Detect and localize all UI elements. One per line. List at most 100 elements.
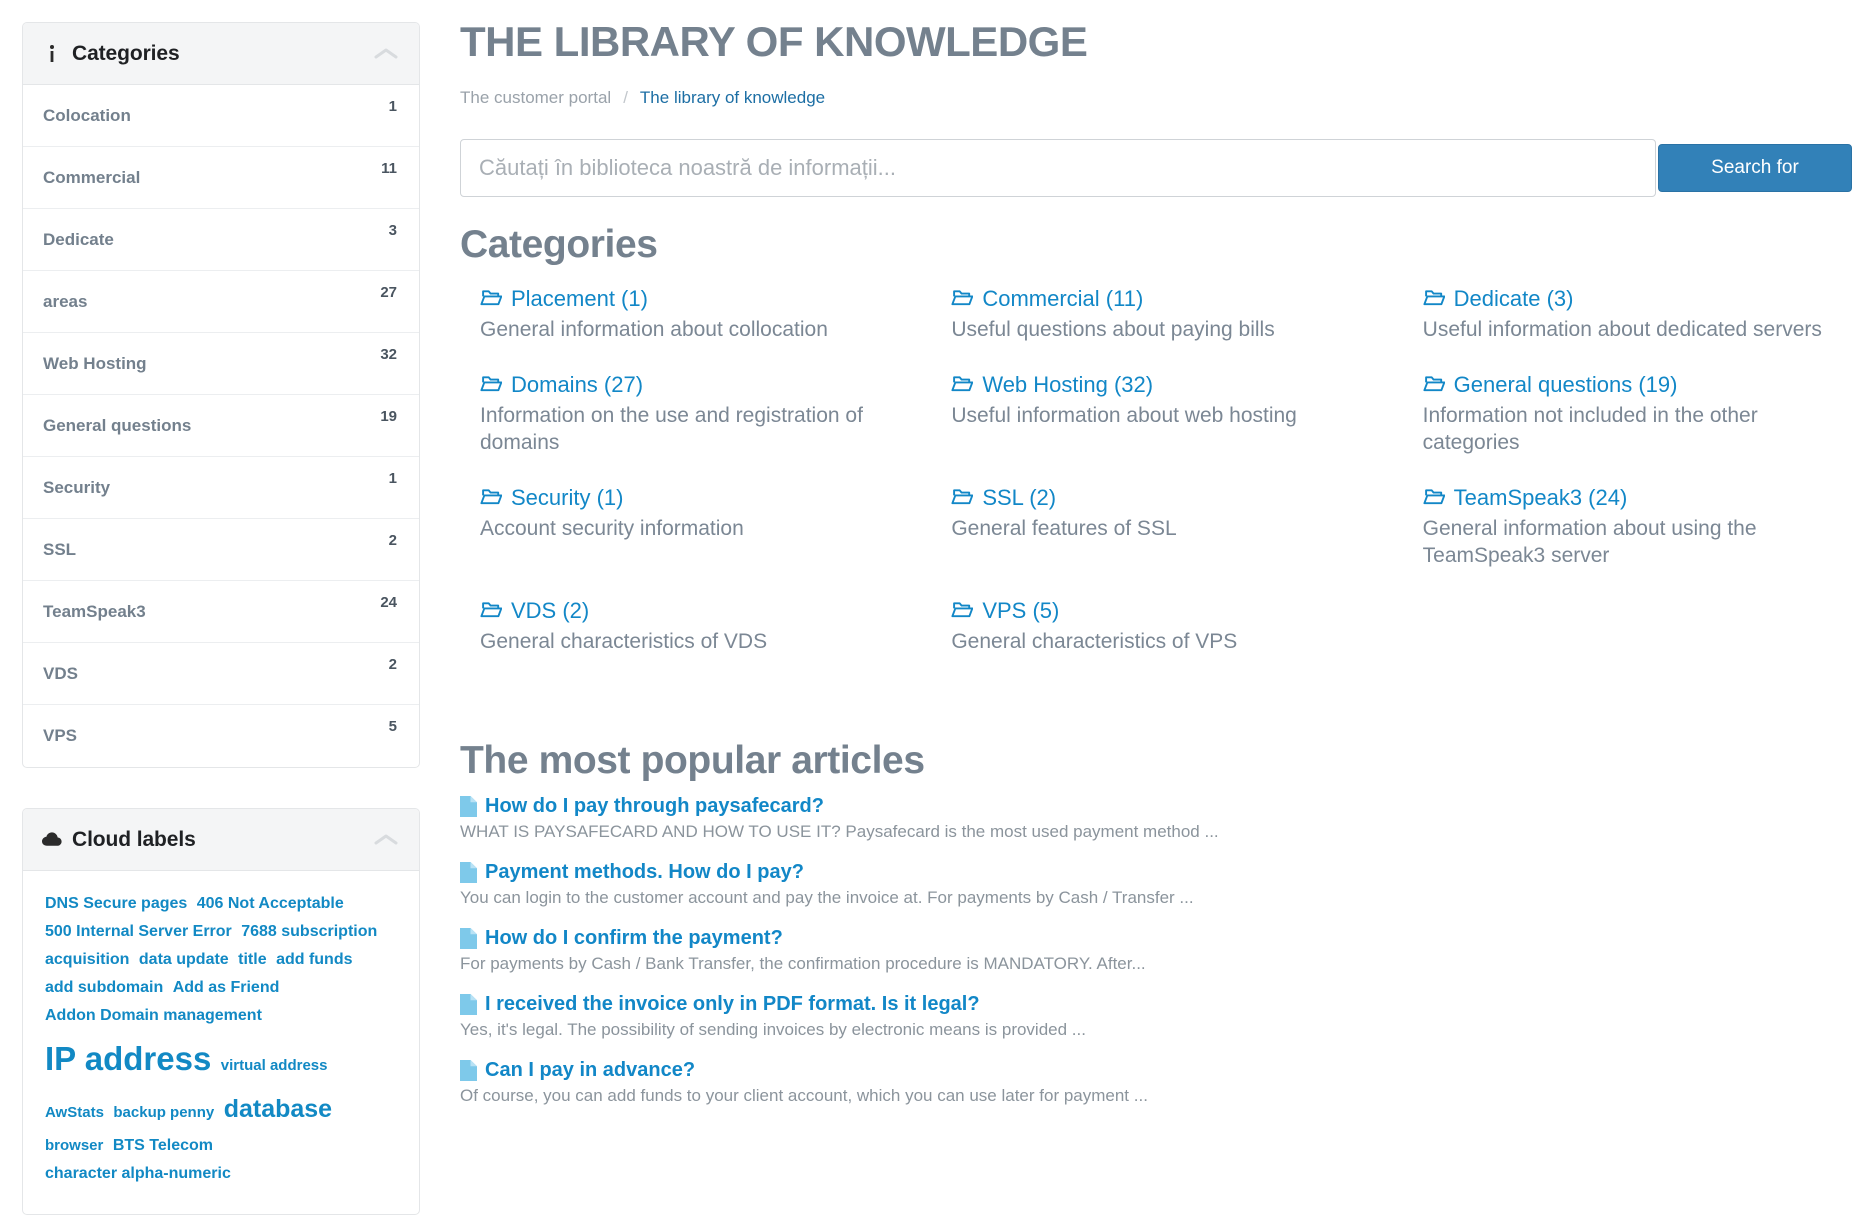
category-link-label: General questions (19)	[1453, 372, 1678, 398]
main-content: THE LIBRARY OF KNOWLEDGE The customer po…	[448, 0, 1862, 1125]
sidebar-category-label: Colocation	[43, 105, 131, 125]
categories-panel-title: Categories	[72, 41, 180, 65]
category-description: Information on the use and registration …	[480, 403, 863, 454]
cloud-tag[interactable]: acquisition	[45, 951, 129, 968]
article-excerpt: For payments by Cash / Bank Transfer, th…	[460, 953, 1146, 973]
cloud-tag[interactable]: Add as Friend	[173, 979, 280, 996]
cloud-tag[interactable]: data update	[139, 951, 229, 968]
sidebar-category-count: 1	[388, 98, 397, 115]
category-link[interactable]: Dedicate (3)	[1423, 285, 1852, 313]
cloud-tag[interactable]: backup penny	[113, 1104, 214, 1121]
cloud-tag[interactable]: add funds	[276, 951, 352, 968]
sidebar-category-item[interactable]: Security 1	[23, 457, 419, 519]
chevron-up-icon[interactable]	[373, 46, 399, 62]
category-link[interactable]: Commercial (11)	[951, 285, 1380, 313]
article-title: How do I confirm the payment?	[485, 926, 783, 949]
sidebar-category-count: 19	[380, 408, 397, 425]
sidebar-category-label: areas	[43, 291, 88, 311]
category-link-label: VPS (5)	[982, 598, 1060, 624]
category-link[interactable]: SSL (2)	[951, 484, 1380, 512]
article-excerpt: Yes, it's legal. The possibility of send…	[460, 1019, 1086, 1039]
sidebar-category-count: 27	[380, 284, 397, 301]
sidebar-category-count: 3	[388, 222, 397, 239]
search-input[interactable]	[460, 139, 1656, 198]
category-link-label: TeamSpeak3 (24)	[1453, 485, 1628, 511]
cloud-tag[interactable]: IP address	[45, 1040, 211, 1077]
article-link[interactable]: Payment methods. How do I pay?	[460, 861, 1862, 884]
sidebar-category-item[interactable]: areas 27	[23, 271, 419, 333]
cloud-tag[interactable]: title	[238, 951, 266, 968]
sidebar-category-item[interactable]: Dedicate 3	[23, 209, 419, 271]
sidebar-category-item[interactable]: VDS 2	[23, 643, 419, 705]
sidebar-category-count: 1	[388, 470, 397, 487]
chevron-up-icon[interactable]	[373, 832, 399, 848]
article-link[interactable]: How do I confirm the payment?	[460, 927, 1862, 950]
cloud-tag[interactable]: 406 Not Acceptable	[197, 895, 344, 912]
breadcrumb-current[interactable]: The library of knowledge	[640, 88, 825, 108]
cloud-tag[interactable]: browser	[45, 1137, 103, 1154]
info-icon	[42, 44, 62, 64]
cloud-labels-panel-header[interactable]: Cloud labels	[23, 809, 419, 871]
category-description: General information about collocation	[480, 317, 828, 341]
folder-open-icon	[480, 289, 502, 306]
article-item: Can I pay in advance? Of course, you can …	[460, 1059, 1862, 1108]
folder-open-icon	[951, 488, 974, 505]
article-list: How do I pay through paysafecard? WHAT IS…	[460, 795, 1862, 1108]
folder-open-icon	[951, 289, 974, 306]
article-title: I received the invoice only in PDF forma…	[485, 992, 980, 1015]
cloud-tag[interactable]: AwStats	[45, 1104, 104, 1121]
category-description: General characteristics of VPS	[951, 629, 1238, 653]
sidebar-category-label: Dedicate	[43, 229, 114, 249]
sidebar-category-item[interactable]: Web Hosting 32	[23, 333, 419, 395]
category-card: SSL (2) General features of SSL	[951, 484, 1380, 569]
cloud-tag[interactable]: 7688 subscription	[241, 923, 377, 940]
category-card: Dedicate (3) Useful information about ded…	[1423, 285, 1852, 343]
category-link[interactable]: Web Hosting (32)	[951, 371, 1380, 399]
cloud-tag[interactable]: 500 Internal Server Error	[45, 923, 232, 940]
article-link[interactable]: I received the invoice only in PDF forma…	[460, 993, 1862, 1016]
cloud-tag[interactable]: virtual address	[221, 1057, 328, 1074]
sidebar-category-label: VDS	[43, 663, 78, 683]
category-description: Account security information	[480, 516, 744, 540]
folder-open-icon	[480, 375, 502, 392]
category-link[interactable]: General questions (19)	[1423, 371, 1852, 399]
sidebar-category-item[interactable]: Commercial 11	[23, 147, 419, 209]
category-link[interactable]: TeamSpeak3 (24)	[1423, 484, 1852, 512]
category-link[interactable]: Placement (1)	[480, 285, 909, 313]
document-icon	[460, 927, 477, 949]
cloud-tag[interactable]: database	[224, 1095, 332, 1123]
cloud-tag[interactable]: DNS Secure pages	[45, 895, 187, 912]
category-link[interactable]: Domains (27)	[480, 371, 909, 399]
category-card: Domains (27) Information on the use and r…	[480, 371, 909, 456]
folder-open-icon	[1423, 375, 1445, 392]
category-link-label: VDS (2)	[511, 598, 590, 624]
sidebar-category-item[interactable]: SSL 2	[23, 519, 419, 581]
categories-panel-header[interactable]: Categories	[23, 23, 419, 85]
sidebar-category-item[interactable]: VPS 5	[23, 705, 419, 767]
folder-open-icon	[1423, 289, 1445, 306]
category-description: General features of SSL	[951, 516, 1177, 540]
category-description: Useful questions about paying bills	[951, 317, 1275, 341]
category-card: Security (1) Account security information	[480, 484, 909, 569]
cloud-tag[interactable]: add subdomain	[45, 979, 163, 996]
sidebar-category-item[interactable]: Colocation 1	[23, 85, 419, 147]
article-item: How do I confirm the payment? For payment…	[460, 927, 1862, 976]
document-icon	[460, 1059, 477, 1081]
sidebar: Categories Colocation 1 Commercial 11 Dedica…	[0, 0, 448, 1215]
category-link-label: Dedicate (3)	[1453, 286, 1574, 312]
category-link[interactable]: VPS (5)	[951, 597, 1380, 625]
sidebar-category-item[interactable]: TeamSpeak3 24	[23, 581, 419, 643]
cloud-tag[interactable]: Addon Domain management	[45, 1007, 262, 1024]
search-button[interactable]: Search for	[1658, 144, 1852, 193]
cloud-tag[interactable]: BTS Telecom	[113, 1137, 213, 1154]
category-link[interactable]: VDS (2)	[480, 597, 909, 625]
sidebar-category-item[interactable]: General questions 19	[23, 395, 419, 457]
cloud-tag[interactable]: character alpha-numeric	[45, 1165, 231, 1182]
category-link[interactable]: Security (1)	[480, 484, 909, 512]
article-link[interactable]: Can I pay in advance?	[460, 1059, 1862, 1082]
sidebar-category-count: 24	[380, 594, 397, 611]
category-list: Colocation 1 Commercial 11 Dedicate 3 areas 27 W…	[23, 85, 419, 767]
article-title: Payment methods. How do I pay?	[485, 861, 804, 884]
article-link[interactable]: How do I pay through paysafecard?	[460, 795, 1862, 818]
document-icon	[460, 796, 477, 818]
